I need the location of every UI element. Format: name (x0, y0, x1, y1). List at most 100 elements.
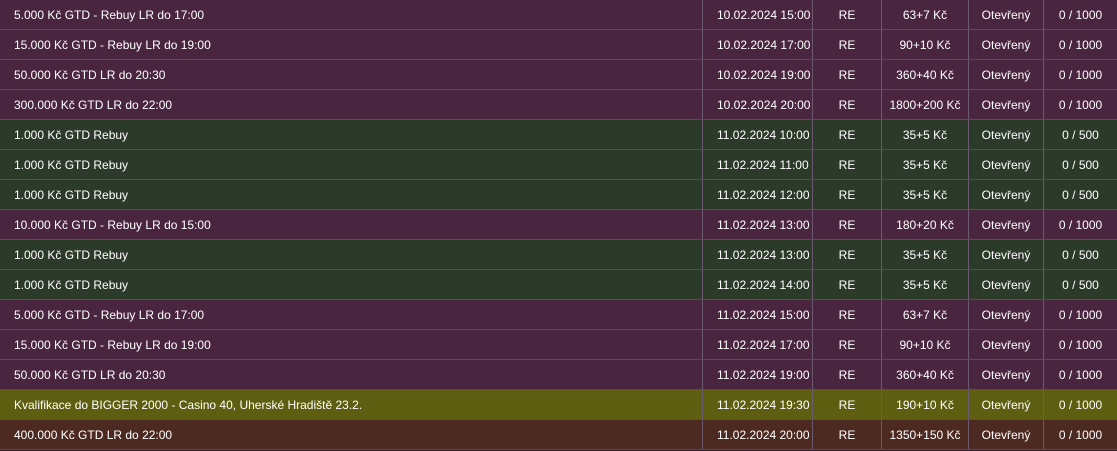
tournament-buyin: 360+40 Kč (882, 60, 969, 89)
tournament-status: Otevřený (969, 300, 1044, 329)
tournament-type: RE (813, 60, 882, 89)
tournament-type: RE (813, 120, 882, 149)
table-row[interactable]: 10.000 Kč GTD - Rebuy LR do 15:00 11.02.2… (0, 210, 1117, 240)
tournament-datetime: 11.02.2024 13:00 (703, 240, 813, 269)
tournament-status: Otevřený (969, 330, 1044, 359)
tournament-players: 0 / 1000 (1058, 337, 1103, 352)
tournament-buyin: 63+7 Kč (882, 300, 969, 329)
table-row[interactable]: 400.000 Kč GTD LR do 22:00 11.02.2024 20:… (0, 420, 1117, 450)
tournament-name: 1.000 Kč GTD Rebuy (0, 270, 703, 299)
tournament-datetime: 11.02.2024 10:00 (703, 120, 813, 149)
table-row[interactable]: 1.000 Kč GTD Rebuy 11.02.2024 10:00 RE 35+5… (0, 120, 1117, 150)
table-row[interactable]: 1.000 Kč GTD Rebuy 11.02.2024 12:00 RE 35+5… (0, 180, 1117, 210)
tournament-datetime: 11.02.2024 15:00 (703, 300, 813, 329)
tournament-buyin: 35+5 Kč (882, 270, 969, 299)
tournament-datetime: 11.02.2024 12:00 (703, 180, 813, 209)
tournament-buyin: 90+10 Kč (882, 30, 969, 59)
tournament-players: 0 / 1000 (1058, 217, 1103, 232)
tournament-datetime: 11.02.2024 14:00 (703, 270, 813, 299)
table-row[interactable]: Kvalifikace do BIGGER 2000 - Casino 40, … (0, 390, 1117, 420)
tournament-type: RE (813, 360, 882, 389)
table-row[interactable]: 1.000 Kč GTD Rebuy 11.02.2024 11:00 RE 35+5… (0, 150, 1117, 180)
tournament-players: 0 / 1000 (1058, 67, 1103, 82)
tournament-players: 0 / 1000 (1058, 7, 1103, 22)
tournament-datetime: 11.02.2024 20:00 (703, 420, 813, 449)
tournament-name: 50.000 Kč GTD LR do 20:30 (0, 60, 703, 89)
tournament-type: RE (813, 390, 882, 419)
tournament-name: Kvalifikace do BIGGER 2000 - Casino 40, … (0, 390, 703, 419)
tournament-buyin: 35+5 Kč (882, 150, 969, 179)
tournament-buyin: 190+10 Kč (882, 390, 969, 419)
tournament-status: Otevřený (969, 60, 1044, 89)
tournament-name: 400.000 Kč GTD LR do 22:00 (0, 420, 703, 449)
tournament-players: 0 / 500 (1062, 157, 1099, 172)
tournament-status: Otevřený (969, 30, 1044, 59)
table-row[interactable]: 5.000 Kč GTD - Rebuy LR do 17:00 10.02.20… (0, 0, 1117, 30)
tournament-buyin: 1350+150 Kč (882, 420, 969, 449)
tournament-name: 10.000 Kč GTD - Rebuy LR do 15:00 (0, 210, 703, 239)
table-row[interactable]: 15.000 Kč GTD - Rebuy LR do 19:00 10.02.2… (0, 30, 1117, 60)
tournament-status: Otevřený (969, 150, 1044, 179)
tournament-name: 15.000 Kč GTD - Rebuy LR do 19:00 (0, 30, 703, 59)
table-row[interactable]: 1.000 Kč GTD Rebuy 11.02.2024 14:00 RE 35+5… (0, 270, 1117, 300)
tournament-datetime: 10.02.2024 19:00 (703, 60, 813, 89)
tournament-name: 5.000 Kč GTD - Rebuy LR do 17:00 (0, 300, 703, 329)
tournament-buyin: 63+7 Kč (882, 0, 969, 29)
tournament-name: 1.000 Kč GTD Rebuy (0, 180, 703, 209)
tournament-status: Otevřený (969, 0, 1044, 29)
tournament-name: 50.000 Kč GTD LR do 20:30 (0, 360, 703, 389)
tournament-type: RE (813, 270, 882, 299)
tournament-name: 1.000 Kč GTD Rebuy (0, 120, 703, 149)
tournament-players: 0 / 1000 (1058, 307, 1103, 322)
table-row[interactable]: 1.000 Kč GTD Rebuy 11.02.2024 13:00 RE 35+5… (0, 240, 1117, 270)
tournament-players: 0 / 500 (1062, 247, 1099, 262)
table-row[interactable]: 50.000 Kč GTD LR do 20:30 10.02.2024 19:0… (0, 60, 1117, 90)
tournament-status: Otevřený (969, 390, 1044, 419)
tournament-players: 0 / 1000 (1058, 367, 1103, 382)
tournament-status: Otevřený (969, 210, 1044, 239)
tournament-status: Otevřený (969, 180, 1044, 209)
table-row[interactable]: 5.000 Kč GTD - Rebuy LR do 17:00 11.02.20… (0, 300, 1117, 330)
tournament-status: Otevřený (969, 270, 1044, 299)
tournament-datetime: 11.02.2024 11:00 (703, 150, 813, 179)
tournament-type: RE (813, 150, 882, 179)
tournament-name: 1.000 Kč GTD Rebuy (0, 240, 703, 269)
tournament-datetime: 11.02.2024 17:00 (703, 330, 813, 359)
tournament-players: 0 / 1000 (1058, 97, 1103, 112)
tournament-datetime: 11.02.2024 19:00 (703, 360, 813, 389)
tournament-type: RE (813, 300, 882, 329)
table-row[interactable]: 300.000 Kč GTD LR do 22:00 10.02.2024 20:… (0, 90, 1117, 120)
tournament-type: RE (813, 0, 882, 29)
tournament-status: Otevřený (969, 420, 1044, 449)
tournament-type: RE (813, 30, 882, 59)
tournament-name: 15.000 Kč GTD - Rebuy LR do 19:00 (0, 330, 703, 359)
tournament-status: Otevřený (969, 240, 1044, 269)
tournament-datetime: 11.02.2024 13:00 (703, 210, 813, 239)
tournament-players: 0 / 500 (1062, 187, 1099, 202)
tournament-status: Otevřený (969, 90, 1044, 119)
tournament-type: RE (813, 210, 882, 239)
tournament-players: 0 / 500 (1062, 277, 1099, 292)
tournament-status: Otevřený (969, 360, 1044, 389)
tournament-buyin: 35+5 Kč (882, 240, 969, 269)
tournament-datetime: 10.02.2024 17:00 (703, 30, 813, 59)
tournament-buyin: 90+10 Kč (882, 330, 969, 359)
tournament-buyin: 180+20 Kč (882, 210, 969, 239)
table-row[interactable]: 15.000 Kč GTD - Rebuy LR do 19:00 11.02.2… (0, 330, 1117, 360)
table-row[interactable]: 50.000 Kč GTD LR do 20:30 11.02.2024 19:0… (0, 360, 1117, 390)
tournament-status: Otevřený (969, 120, 1044, 149)
tournament-type: RE (813, 420, 882, 449)
tournament-type: RE (813, 330, 882, 359)
tournament-players: 0 / 1000 (1058, 427, 1103, 442)
tournament-buyin: 1800+200 Kč (882, 90, 969, 119)
tournament-table: 5.000 Kč GTD - Rebuy LR do 17:00 10.02.20… (0, 0, 1117, 450)
tournament-players: 0 / 1000 (1058, 397, 1103, 412)
tournament-buyin: 35+5 Kč (882, 180, 969, 209)
tournament-buyin: 360+40 Kč (882, 360, 969, 389)
tournament-datetime: 11.02.2024 19:30 (703, 390, 813, 419)
tournament-name: 5.000 Kč GTD - Rebuy LR do 17:00 (0, 0, 703, 29)
tournament-datetime: 10.02.2024 15:00 (703, 0, 813, 29)
tournament-players: 0 / 1000 (1058, 37, 1103, 52)
tournament-players: 0 / 500 (1062, 127, 1099, 142)
tournament-name: 300.000 Kč GTD LR do 22:00 (0, 90, 703, 119)
